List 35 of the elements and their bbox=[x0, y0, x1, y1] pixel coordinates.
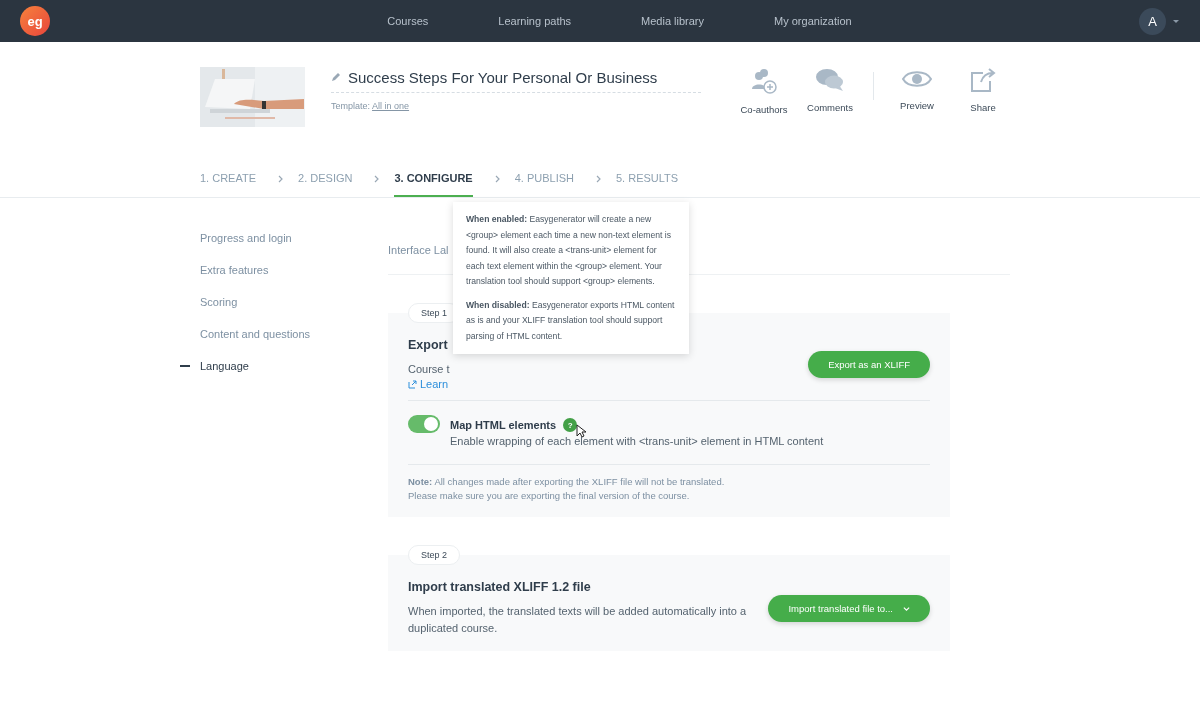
sidebar-item[interactable]: Extra features bbox=[180, 264, 388, 276]
section-title: Export bbox=[408, 338, 449, 352]
section-title: Import translated XLIFF 1.2 file bbox=[408, 580, 592, 594]
step-tab[interactable]: 2. DESIGN bbox=[298, 160, 353, 197]
option-description: Enable wrapping of each element with <trans-unit> element in HTML content bbox=[450, 434, 824, 449]
nav-link[interactable]: Learning paths bbox=[498, 15, 572, 27]
course-title[interactable]: Success Steps For Your Personal Or Business bbox=[348, 69, 658, 86]
sidebar-item[interactable]: Progress and login bbox=[180, 232, 388, 244]
export-button[interactable]: Export as an XLIFF bbox=[808, 350, 930, 378]
step-label: Step 2 bbox=[408, 545, 461, 565]
nav-link[interactable]: Courses bbox=[387, 15, 429, 27]
section-text: Course t bbox=[408, 362, 450, 377]
help-button[interactable]: ? bbox=[563, 418, 578, 432]
nav-link[interactable]: Media library bbox=[641, 15, 705, 27]
nav-link[interactable]: My organization bbox=[774, 15, 852, 27]
sidebar-item[interactable]: Scoring bbox=[180, 296, 388, 308]
step-tab[interactable]: 1. CREATE bbox=[200, 160, 257, 197]
step-tab[interactable]: 5. RESULTS bbox=[616, 160, 679, 197]
learn-link[interactable]: Learn bbox=[408, 378, 450, 390]
tooltip-text: When enabled: Easygenerator will create a new <group> element each time a new non-text element is found. It will also create a <trans-unit> element for each text element within the <group> element. Your translation tool should support <group> elements. bbox=[466, 213, 672, 288]
sidebar-item[interactable]: Language bbox=[180, 360, 388, 372]
import-button[interactable]: Import translated file to... bbox=[768, 595, 930, 622]
template-link[interactable]: All in one bbox=[372, 101, 410, 111]
note-text: Note: All changes made after exporting the XLIFF file will not be translated. bbox=[408, 475, 726, 489]
step-tab[interactable]: 4. PUBLISH bbox=[514, 160, 574, 197]
step-tab[interactable]: 3. CONFIGURE bbox=[394, 160, 473, 197]
tooltip-text: When disabled: Easygenerator exports HTML content as is and your XLIFF translation tool should support parsing of HTML content. bbox=[466, 298, 676, 343]
template-info: Template: All in one bbox=[331, 101, 411, 111]
avatar[interactable]: A bbox=[1139, 7, 1166, 35]
logo[interactable]: eg bbox=[20, 6, 50, 36]
section-text: When imported, the translated texts will be added automatically into a duplicated course. bbox=[408, 604, 748, 636]
note-text: Please make sure you are exporting the final version of the course. bbox=[408, 489, 691, 503]
option-label: Map HTML elements bbox=[450, 419, 557, 431]
sub-tab[interactable]: Interface Lal bbox=[388, 243, 449, 256]
sidebar-item[interactable]: Content and questions bbox=[180, 328, 388, 340]
